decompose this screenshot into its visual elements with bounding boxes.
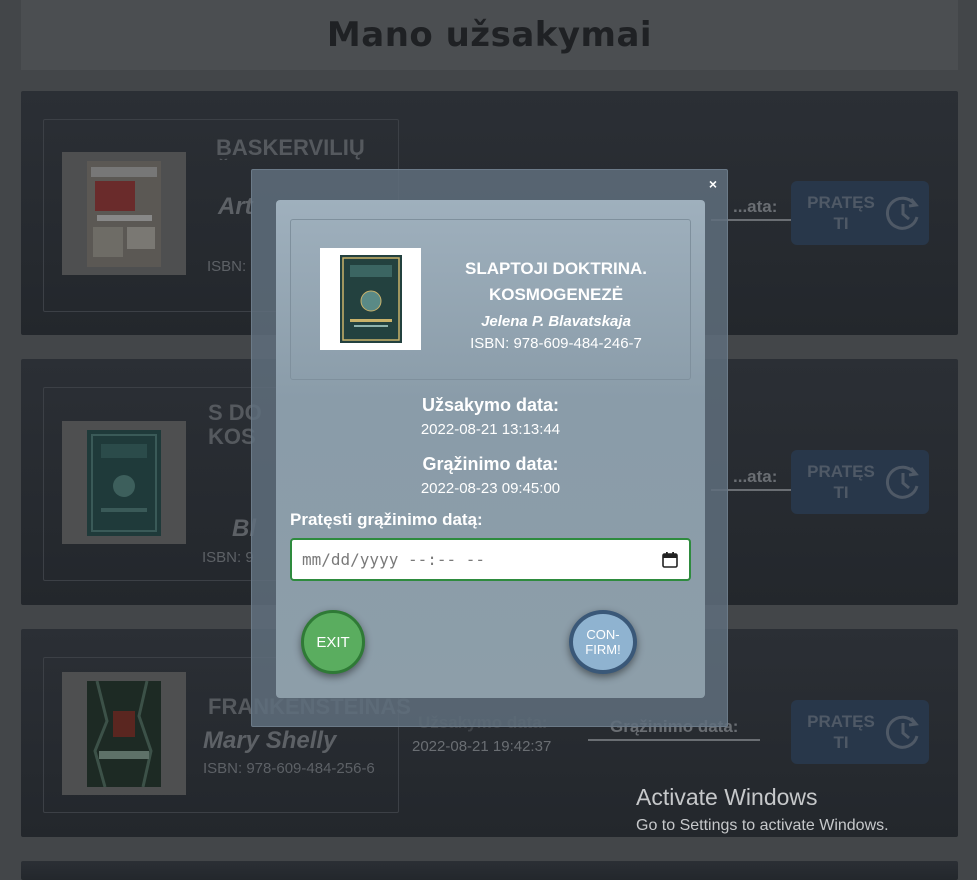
extend-button[interactable]: PRATĘS TI xyxy=(791,181,929,245)
book-cover-image xyxy=(339,255,402,343)
book-title: BASKERVILIŲ ŠUO xyxy=(216,136,365,160)
extend-button[interactable]: PRATĘS TI xyxy=(791,450,929,514)
modal-book-title-line2: KOSMOGENEZĖ xyxy=(488,285,624,304)
book-cover-image xyxy=(87,429,161,536)
extend-button-label: PRATĘS TI xyxy=(807,193,875,233)
exit-button[interactable]: EXIT xyxy=(301,610,365,674)
extend-date-label: Pratęsti grąžinimo datą: xyxy=(290,510,483,529)
page-header: Mano užsakymai xyxy=(21,0,958,70)
book-cover-image xyxy=(87,160,161,267)
book-isbn: ISBN: 978-609-484-256-6 xyxy=(203,760,375,777)
clock-history-icon xyxy=(885,715,919,749)
book-cover-image xyxy=(87,680,161,787)
modal-book-author: Jelena P. Blavatskaja xyxy=(481,313,631,330)
order-date-value: 2022-08-21 13:13:44 xyxy=(420,421,561,438)
extend-button-label: PRATĘS TI xyxy=(807,462,875,502)
extend-modal: SLAPTOJI DOKTRINA. KOSMOGENEZĖ Jelena P.… xyxy=(276,200,705,698)
book-author: Art xyxy=(218,193,253,220)
modal-overlay: × SLAPTOJI DOKTRINA. KOSMOGENEZĖ Jelena … xyxy=(251,169,728,727)
book-thumbnail xyxy=(62,421,186,544)
book-thumbnail xyxy=(62,152,186,275)
modal-book-title-line1: SLAPTOJI DOKTRINA. xyxy=(465,259,647,278)
book-thumbnail xyxy=(62,672,186,795)
modal-book-title: SLAPTOJI DOKTRINA. KOSMOGENEZĖ xyxy=(441,256,671,308)
confirm-button[interactable]: CON- FIRM! xyxy=(569,610,637,674)
order-date-label: Užsakymo data: xyxy=(421,395,560,415)
extend-date-input[interactable]: mm/dd/yyyy --:-- -- xyxy=(290,538,691,581)
clock-history-icon xyxy=(885,196,919,230)
order-card xyxy=(21,861,958,880)
return-date-value: 2022-08-23 09:45:00 xyxy=(420,480,561,497)
modal-book-isbn: ISBN: 978-609-484-246-7 xyxy=(470,335,642,352)
clock-history-icon xyxy=(885,465,919,499)
return-date-label: Grąžinimo data: xyxy=(422,454,559,474)
extend-button[interactable]: PRATĘS TI xyxy=(791,700,929,764)
book-author: Mary Shelly xyxy=(203,727,337,754)
book-isbn: ISBN: xyxy=(207,258,247,275)
order-date-value: 2022-08-21 19:42:37 xyxy=(412,738,552,755)
windows-activation-notice: Activate Windows Go to Settings to activ… xyxy=(636,784,889,835)
modal-book-info: SLAPTOJI DOKTRINA. KOSMOGENEZĖ Jelena P.… xyxy=(290,219,691,380)
activation-title: Activate Windows xyxy=(636,784,818,810)
book-isbn: ISBN: 9 xyxy=(202,549,254,566)
page-title: Mano užsakymai xyxy=(326,15,653,55)
activation-subtitle: Go to Settings to activate Windows. xyxy=(636,817,889,834)
extend-button-label: PRATĘS TI xyxy=(807,712,875,752)
modal-book-thumbnail xyxy=(320,248,421,350)
close-icon[interactable]: × xyxy=(709,176,717,192)
calendar-icon[interactable] xyxy=(661,551,679,569)
extend-date-placeholder: mm/dd/yyyy --:-- -- xyxy=(302,550,486,569)
